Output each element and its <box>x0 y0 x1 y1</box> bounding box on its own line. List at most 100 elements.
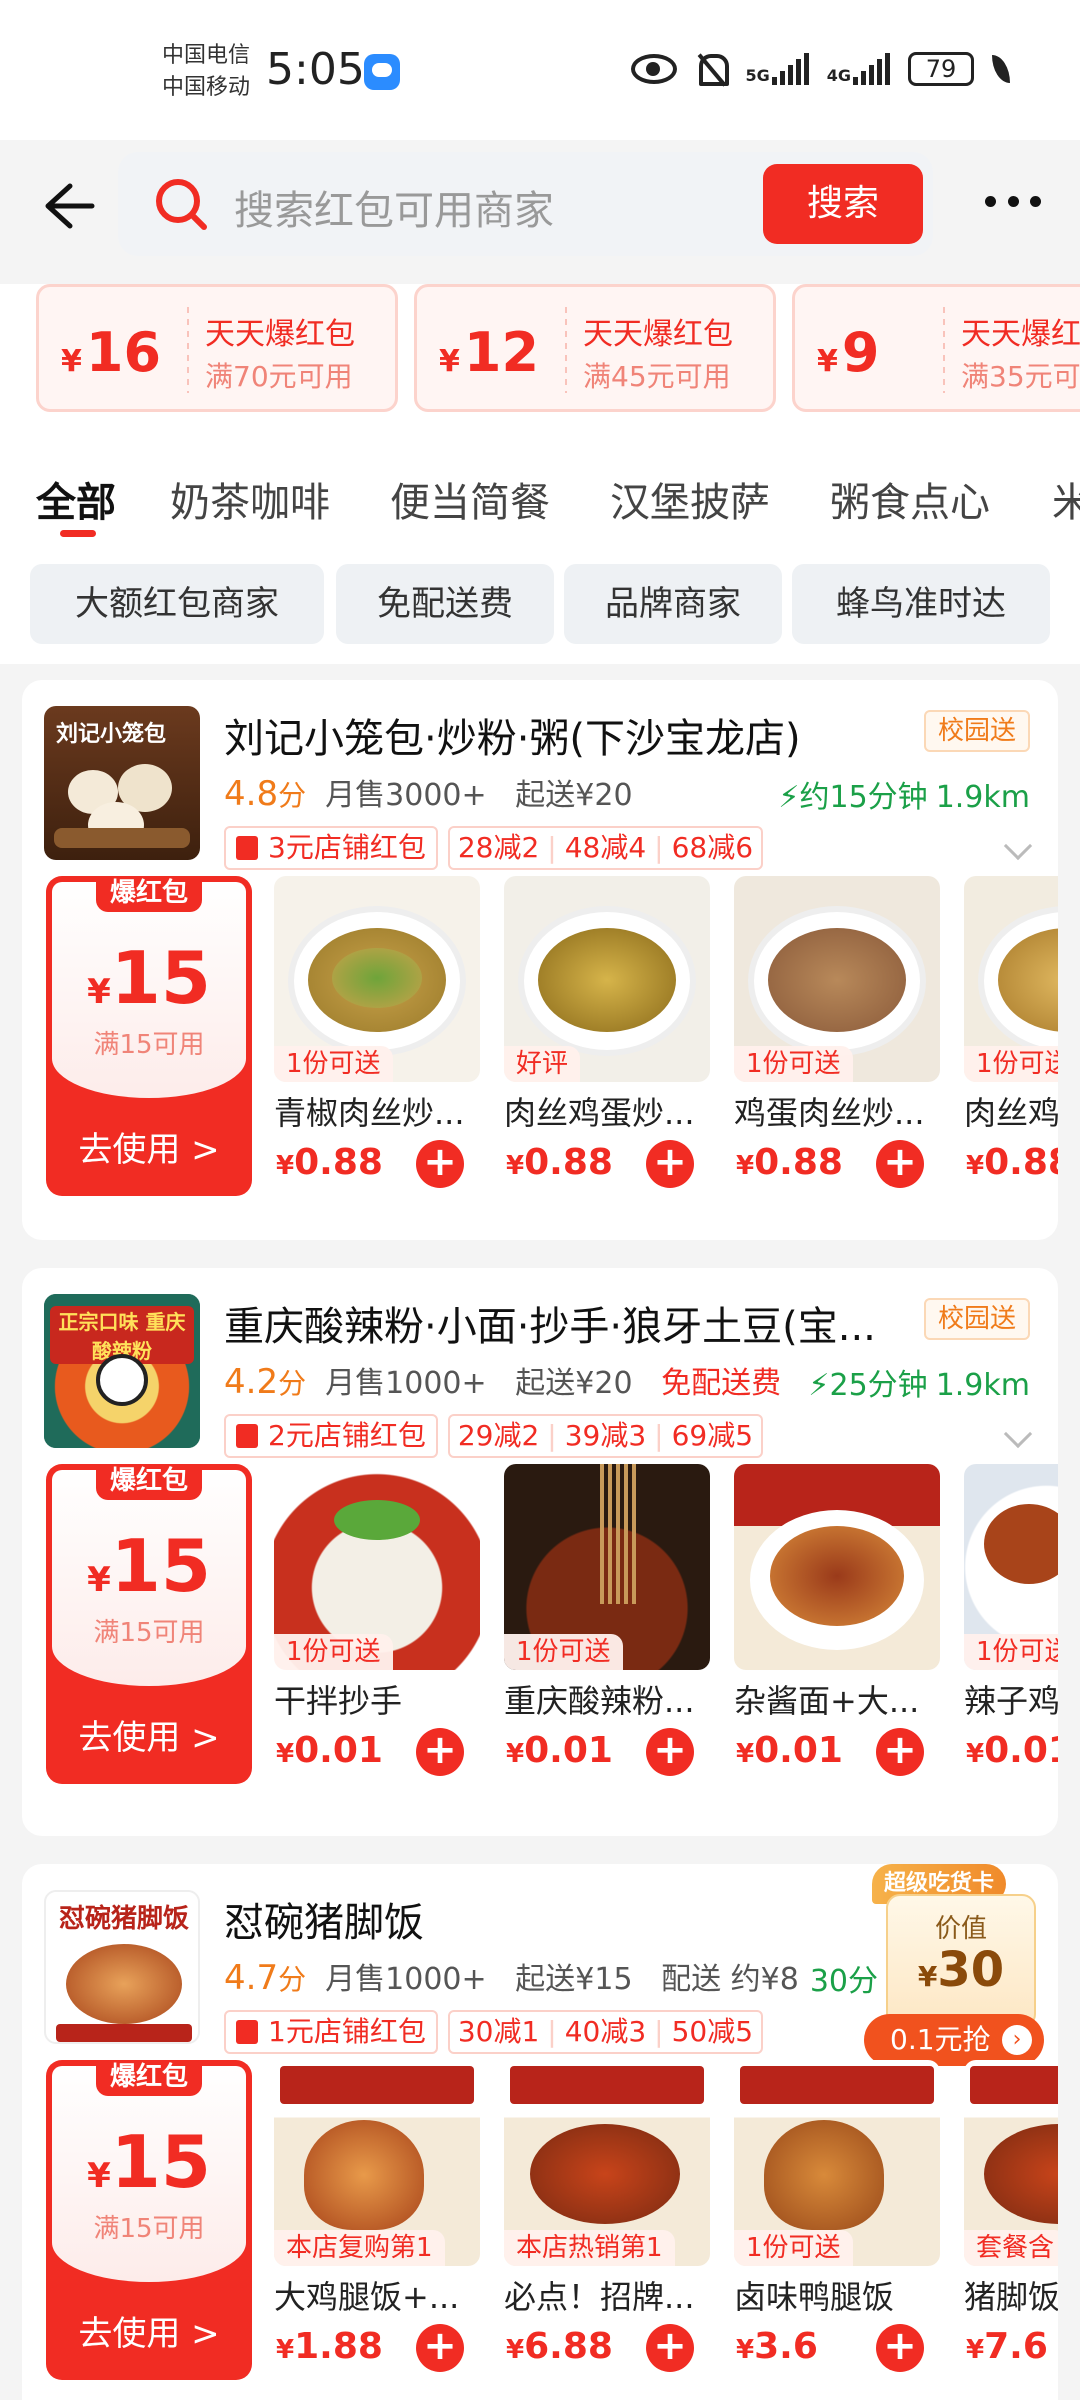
dish-item[interactable]: 1份可送 肉丝鸡 ¥0.88 + <box>964 876 1058 1196</box>
dish-price: ¥0.01 <box>736 1730 843 1771</box>
dish-price: ¥1.88 <box>276 2326 383 2367</box>
dish-list: 1份可送 干拌抄手 ¥0.01 + 1份可送 重庆酸辣粉... ¥0.01 + … <box>274 1464 1058 1794</box>
category-tabs: 全部 奶茶咖啡 便当简餐 汉堡披萨 粥食点心 米 <box>0 414 1080 544</box>
grab-button[interactable]: 0.1元抢 › <box>864 2014 1044 2066</box>
search-input[interactable]: 搜索红包可用商家 <box>234 178 554 236</box>
dish-item[interactable]: 1份可送 干拌抄手 ¥0.01 + <box>274 1464 480 1784</box>
foodie-card-label: 价值 <box>934 1914 987 1944</box>
redpack-condition: 满15可用 <box>93 1618 205 1648</box>
carrier-info: 中国电信 中国移动 <box>162 40 250 104</box>
dish-item[interactable]: 1份可送 鸡蛋肉丝炒... ¥0.88 + <box>734 876 940 1196</box>
eta-time: 约15分钟 <box>799 780 928 815</box>
monthly-sales: 月售1000+ <box>325 1962 487 1997</box>
chevron-down-icon[interactable] <box>1003 831 1033 861</box>
tab-all[interactable]: 全部 <box>36 470 116 528</box>
coupon-amount: ¥16 <box>61 321 162 384</box>
store-card[interactable]: 正宗口味 重庆酸辣粉 重庆酸辣粉·小面·抄手·狼牙土豆(宝... 校园送 4.2… <box>22 1268 1058 1836</box>
use-redpack-button[interactable]: 去使用 > <box>46 2306 252 2355</box>
arrow-right-icon: › <box>1002 2025 1032 2055</box>
discount-tags: 29减2 | 39减3 | 69减5 <box>447 1414 764 1458</box>
dish-price: ¥0.88 <box>966 1142 1058 1183</box>
dish-item[interactable]: 杂酱面+大... ¥0.01 + <box>734 1464 940 1784</box>
tab-congee-dimsum[interactable]: 粥食点心 <box>830 470 990 528</box>
chevron-down-icon[interactable] <box>1003 1419 1033 1449</box>
filter-on-time[interactable]: 蜂鸟准时达 <box>792 564 1050 644</box>
tab-rice[interactable]: 米 <box>1052 470 1080 528</box>
coupon-amount: ¥12 <box>439 321 540 384</box>
search-button[interactable]: 搜索 <box>763 164 923 244</box>
coupon-condition: 满45元可用 <box>583 360 731 393</box>
discount-tags: 28减2 | 48减4 | 68减6 <box>447 826 764 870</box>
back-arrow-icon[interactable] <box>40 178 96 234</box>
add-to-cart-button[interactable]: + <box>876 2324 924 2372</box>
search-bar[interactable]: 搜索红包可用商家 搜索 <box>118 152 933 256</box>
dish-price: ¥0.88 <box>276 1142 383 1183</box>
clock: 5:05 <box>266 44 365 95</box>
dish-name: 肉丝鸡 <box>964 1094 1058 1132</box>
dish-item[interactable]: 1份可送 青椒肉丝炒... ¥0.88 + <box>274 876 480 1196</box>
discount-tags: 30减1 | 40减3 | 50减5 <box>447 2010 764 2054</box>
redpack-card[interactable]: 爆红包 ¥15 满15可用 去使用 > <box>46 1464 252 1784</box>
dish-item[interactable]: 套餐含 猪脚饭 ¥7.6 + <box>964 2060 1058 2380</box>
tab-burger-pizza[interactable]: 汉堡披萨 <box>610 470 770 528</box>
coupon-title: 天天爆红包 <box>205 317 355 352</box>
foodie-card-promo[interactable]: 超级吃货卡 价值 ¥30 0.1元抢 › <box>864 1864 1044 2074</box>
dish-item[interactable]: 1份可送 辣子鸡 ¥0.01 + <box>964 1464 1058 1784</box>
store-name[interactable]: 怼碗猪脚饭 <box>224 1890 424 1948</box>
add-to-cart-button[interactable]: + <box>646 1140 694 1188</box>
redpack-label: 爆红包 <box>96 2060 202 2096</box>
add-to-cart-button[interactable]: + <box>416 1728 464 1776</box>
filter-brand[interactable]: 品牌商家 <box>564 564 782 644</box>
dish-price: ¥0.88 <box>736 1142 843 1183</box>
use-redpack-button[interactable]: 去使用 > <box>46 1122 252 1171</box>
dish-price: ¥0.01 <box>506 1730 613 1771</box>
redpack-icon <box>236 2020 258 2044</box>
coupon-amount: ¥9 <box>817 321 880 384</box>
store-name[interactable]: 重庆酸辣粉·小面·抄手·狼牙土豆(宝... <box>224 1294 876 1352</box>
min-order: 起送¥15 <box>515 1962 633 1997</box>
store-name[interactable]: 刘记小笼包·炒粉·粥(下沙宝龙店) <box>224 706 801 764</box>
dish-item[interactable]: 本店复购第1 大鸡腿饭+... ¥1.88 + <box>274 2060 480 2380</box>
eta-time: 25分钟 <box>829 1368 928 1403</box>
filter-big-redpack[interactable]: 大额红包商家 <box>30 564 324 644</box>
add-to-cart-button[interactable]: + <box>646 2324 694 2372</box>
dish-price: ¥3.6 <box>736 2326 818 2367</box>
store-card[interactable]: 怼碗猪脚饭 怼碗猪脚饭 4.7分 月售1000+ 起送¥15 配送 约¥8 30… <box>22 1864 1058 2400</box>
add-to-cart-button[interactable]: + <box>876 1728 924 1776</box>
add-to-cart-button[interactable]: + <box>416 2324 464 2372</box>
free-delivery: 免配送费 <box>661 1366 782 1401</box>
shop-redpack-tag: 3元店铺红包 <box>224 826 438 870</box>
dish-name: 干拌抄手 <box>274 1682 403 1720</box>
coupon-title: 天天爆红包 <box>961 317 1080 352</box>
tab-bento[interactable]: 便当简餐 <box>390 470 550 528</box>
add-to-cart-button[interactable]: + <box>416 1140 464 1188</box>
mute-bell-icon <box>695 52 730 86</box>
dish-price: ¥0.88 <box>506 1142 613 1183</box>
coupon-card[interactable]: ¥12 天天爆红包 满45元可用 <box>414 284 776 412</box>
min-order: 起送¥20 <box>515 778 633 813</box>
signal-4g-icon: 4G <box>827 53 890 85</box>
dish-item[interactable]: 本店热销第1 必点！招牌... ¥6.88 + <box>504 2060 710 2380</box>
use-redpack-button[interactable]: 去使用 > <box>46 1710 252 1759</box>
tab-milk-tea-coffee[interactable]: 奶茶咖啡 <box>170 470 330 528</box>
dish-item[interactable]: 1份可送 重庆酸辣粉... ¥0.01 + <box>504 1464 710 1784</box>
filter-free-delivery[interactable]: 免配送费 <box>336 564 554 644</box>
dish-item[interactable]: 好评 肉丝鸡蛋炒... ¥0.88 + <box>504 876 710 1196</box>
network-4g-label: 4G <box>826 66 851 85</box>
more-icon[interactable] <box>985 196 1041 210</box>
redpack-card[interactable]: 爆红包 ¥15 满15可用 去使用 > <box>46 876 252 1196</box>
add-to-cart-button[interactable]: + <box>876 1140 924 1188</box>
store-meta: 4.2分 月售1000+ 起送¥20 免配送费 <box>224 1358 781 1402</box>
network-5g-label: 5G <box>745 66 770 85</box>
dish-name: 辣子鸡 <box>964 1682 1058 1720</box>
dish-badge: 本店热销第1 <box>504 2230 675 2266</box>
distance: 1.9km <box>935 780 1030 815</box>
coupon-card[interactable]: ¥16 天天爆红包 满70元可用 <box>36 284 398 412</box>
message-icon <box>364 54 400 90</box>
redpack-card[interactable]: 爆红包 ¥15 满15可用 去使用 > <box>46 2060 252 2380</box>
store-card[interactable]: 刘记小笼包 刘记小笼包·炒粉·粥(下沙宝龙店) 校园送 4.8分 月售3000+… <box>22 680 1058 1240</box>
promo-tags: 1元店铺红包 30减1 | 40减3 | 50减5 <box>224 2010 764 2054</box>
add-to-cart-button[interactable]: + <box>646 1728 694 1776</box>
coupon-card[interactable]: ¥9 天天爆红包 满35元可用 <box>792 284 1080 412</box>
dish-item[interactable]: 1份可送 卤味鸭腿饭 ¥3.6 + <box>734 2060 940 2380</box>
